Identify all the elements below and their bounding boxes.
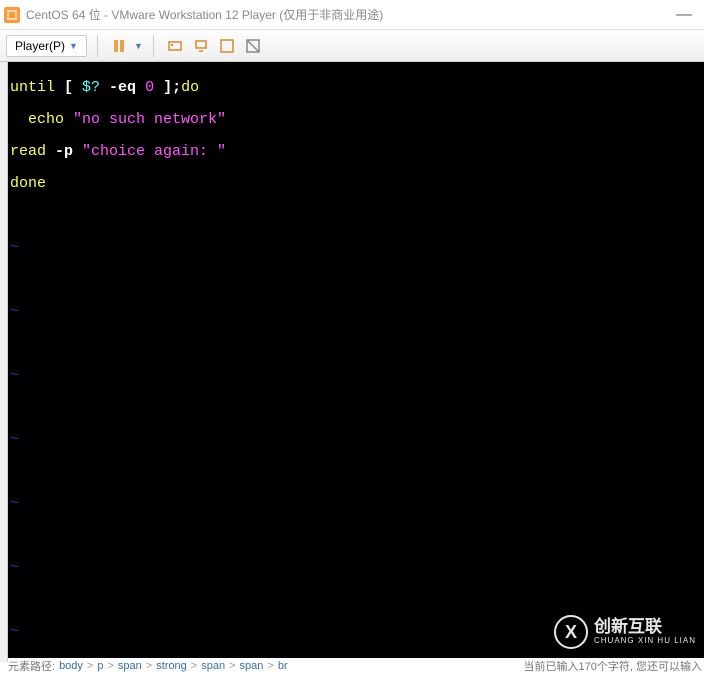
code-line: done (10, 176, 704, 192)
breadcrumb-item[interactable]: span (118, 660, 142, 672)
toolbar-separator (153, 35, 154, 57)
left-panel-edge (0, 62, 8, 662)
empty-line (10, 336, 704, 352)
breadcrumb-item[interactable]: span (240, 660, 264, 672)
code-line: read -p "choice again: " (10, 144, 704, 160)
breadcrumb-item[interactable]: strong (156, 660, 187, 672)
empty-line (10, 272, 704, 288)
send-ctrl-alt-del-icon[interactable] (164, 35, 186, 57)
empty-line (10, 592, 704, 608)
vim-tilde: ~ (10, 304, 704, 320)
unity-mode-icon[interactable] (242, 35, 264, 57)
player-menu-label: Player(P) (15, 39, 65, 53)
vim-tilde: ~ (10, 432, 704, 448)
fullscreen-icon[interactable] (216, 35, 238, 57)
player-menu-button[interactable]: Player(P) ▼ (6, 35, 87, 57)
empty-line (10, 400, 704, 416)
empty-line (10, 464, 704, 480)
chevron-down-icon: ▼ (69, 41, 78, 51)
vim-tilde: ~ (10, 496, 704, 512)
window-title: CentOS 64 位 - VMware Workstation 12 Play… (26, 6, 383, 23)
code-line: echo "no such network" (10, 112, 704, 128)
breadcrumb-item[interactable]: br (278, 660, 288, 672)
empty-line (10, 528, 704, 544)
watermark-subtitle: CHUANG XIN HU LIAN (594, 637, 696, 646)
watermark-logo-icon: X (554, 615, 588, 649)
vim-tilde: ~ (10, 368, 704, 384)
breadcrumb-item[interactable]: body (59, 660, 83, 672)
watermark-title: 创新互联 (594, 618, 696, 637)
breadcrumb: 元素路径: body > p > span > strong > span > … (8, 658, 288, 673)
device-icon[interactable] (190, 35, 212, 57)
code-line: until [ $? -eq 0 ];do (10, 80, 704, 96)
toolbar-separator (97, 35, 98, 57)
minimize-button[interactable]: — (664, 6, 704, 24)
window-titlebar: CentOS 64 位 - VMware Workstation 12 Play… (0, 0, 704, 30)
chevron-down-icon[interactable]: ▼ (134, 41, 143, 51)
vim-tilde: ~ (10, 240, 704, 256)
pause-icon[interactable] (108, 35, 130, 57)
vmware-player-icon (4, 7, 20, 23)
empty-line (10, 208, 704, 224)
toolbar: Player(P) ▼ ▼ (0, 30, 704, 62)
vim-tilde: ~ (10, 560, 704, 576)
breadcrumb-item[interactable]: p (97, 660, 103, 672)
breadcrumb-prefix: 元素路径: (8, 658, 55, 674)
status-text: 当前已输入170个字符, 您还可以输入 (524, 658, 702, 673)
watermark: X 创新互联 CHUANG XIN HU LIAN (554, 615, 696, 649)
terminal-view[interactable]: until [ $? -eq 0 ];do echo "no such netw… (8, 62, 704, 658)
breadcrumb-item[interactable]: span (201, 660, 225, 672)
